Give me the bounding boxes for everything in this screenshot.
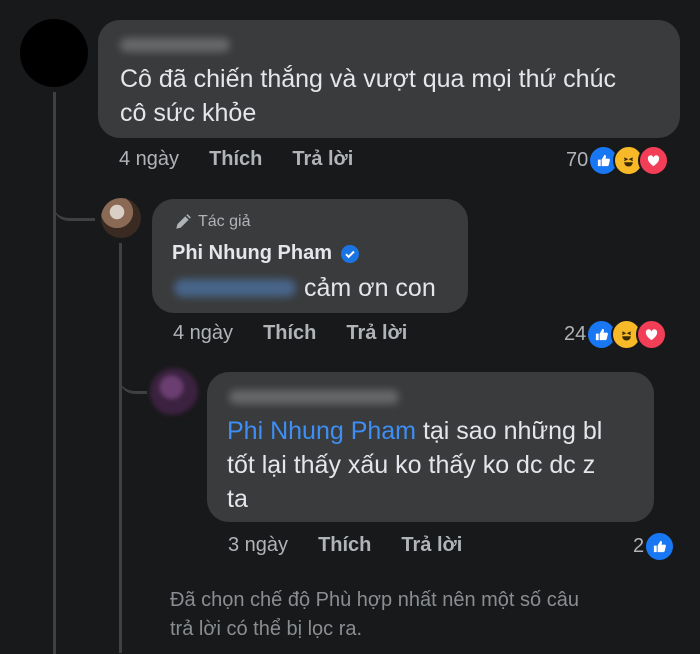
avatar[interactable]: [150, 368, 198, 416]
timestamp[interactable]: 3 ngày: [228, 534, 288, 557]
reaction-count: 2: [633, 535, 645, 557]
reaction-summary[interactable]: 2: [633, 531, 676, 562]
author-badge-label: Tác giả: [198, 213, 251, 230]
commenter-name-blurred[interactable]: [229, 390, 399, 404]
mention-blurred[interactable]: [174, 279, 296, 297]
comment-actions: 4 ngày Thích Trả lời: [119, 148, 383, 171]
like-button[interactable]: Thích: [209, 148, 262, 171]
avatar[interactable]: [20, 19, 88, 87]
mention-link[interactable]: Phi Nhung Pham: [227, 417, 416, 445]
comment-text: cảm ơn con: [304, 274, 436, 302]
like-button[interactable]: Thích: [318, 534, 371, 557]
comment-actions: 4 ngày Thích Trả lời: [173, 322, 437, 345]
reaction-summary[interactable]: 24: [564, 319, 668, 350]
author-name[interactable]: Phi Nhung Pham: [172, 242, 332, 265]
comment-bubble: Phi Nhung Pham tại sao những bl tốt lại …: [207, 372, 654, 522]
reaction-count: 24: [564, 323, 587, 345]
author-name-row[interactable]: Phi Nhung Pham: [172, 242, 360, 265]
thread-connector-reply-2: [119, 355, 147, 394]
author-badge: Tác giả: [174, 213, 250, 231]
comment-bubble: Tác giả Phi Nhung Pham cảm ơn con: [152, 199, 468, 313]
pen-icon: [176, 214, 191, 229]
thread-line-main: [53, 92, 56, 654]
thread-connector-reply-1: [53, 180, 95, 221]
comment-text: Phi Nhung Pham tại sao những bl tốt lại …: [227, 417, 603, 513]
love-icon: [638, 145, 670, 176]
avatar[interactable]: [101, 198, 141, 238]
comment-text: Cô đã chiến thắng và vượt qua mọi thứ ch…: [120, 65, 616, 127]
reaction-count: 70: [566, 149, 589, 171]
filter-notice: Đã chọn chế độ Phù hợp nhất nên một số c…: [170, 589, 579, 640]
timestamp[interactable]: 4 ngày: [119, 148, 179, 171]
comment-bubble: Cô đã chiến thắng và vượt qua mọi thứ ch…: [98, 20, 680, 138]
thread-line-reply: [119, 243, 122, 653]
commenter-name-blurred[interactable]: [120, 38, 230, 52]
reply-button[interactable]: Trả lời: [292, 148, 353, 171]
reaction-summary[interactable]: 70: [566, 145, 670, 176]
verified-icon: [341, 244, 359, 263]
reply-button[interactable]: Trả lời: [346, 322, 407, 345]
like-button[interactable]: Thích: [263, 322, 316, 345]
comment-actions: 3 ngày Thích Trả lời: [228, 534, 492, 557]
reply-button[interactable]: Trả lời: [401, 534, 462, 557]
like-icon: [644, 531, 676, 562]
love-icon: [636, 319, 668, 350]
timestamp[interactable]: 4 ngày: [173, 322, 233, 345]
